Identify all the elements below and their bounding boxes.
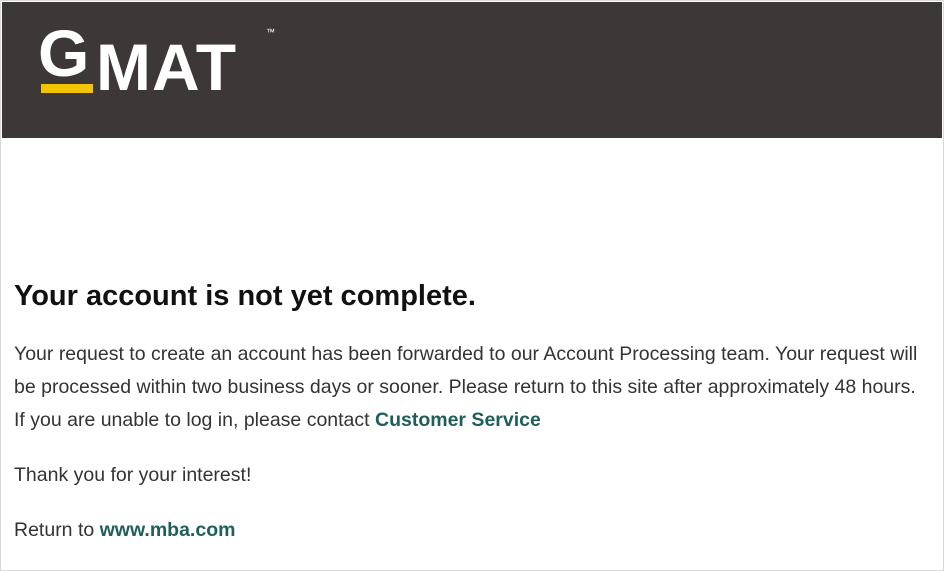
logo-underline-bar xyxy=(41,84,93,93)
logo-trademark: ™ xyxy=(266,27,275,37)
return-prefix: Return to xyxy=(14,519,100,541)
logo-letters-mat: MAT xyxy=(96,30,238,104)
gmat-logo[interactable]: G MAT ™ xyxy=(38,20,288,100)
logo-letter-g: G xyxy=(38,16,90,90)
account-status-message: Your request to create an account has be… xyxy=(14,338,930,437)
page-title: Your account is not yet complete. xyxy=(14,280,476,312)
return-line: Return to www.mba.com xyxy=(14,514,930,547)
main-content: Your account is not yet complete. Your r… xyxy=(14,276,930,547)
customer-service-link[interactable]: Customer Service xyxy=(375,409,541,431)
mba-com-link[interactable]: www.mba.com xyxy=(100,519,236,541)
thank-you-text: Thank you for your interest! xyxy=(14,464,252,486)
site-header: G MAT ™ xyxy=(2,2,942,138)
